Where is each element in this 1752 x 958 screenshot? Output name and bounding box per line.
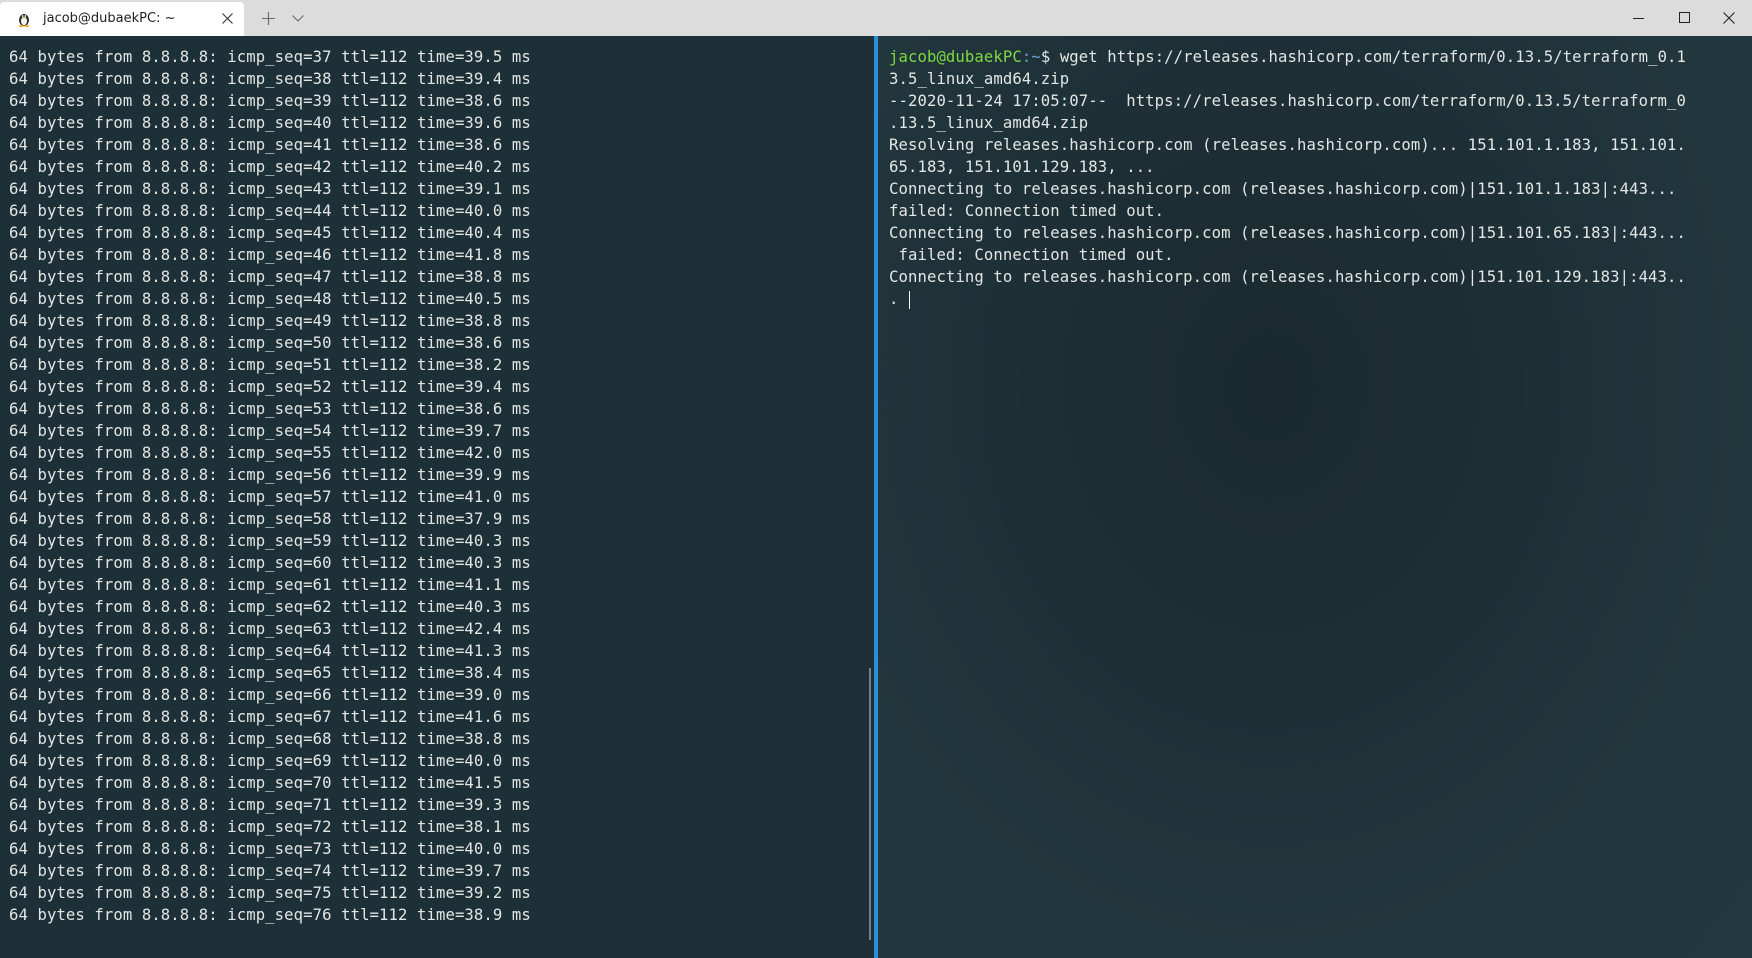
terminal-line: 64 bytes from 8.8.8.8: icmp_seq=47 ttl=1… [9, 268, 531, 286]
terminal-line: 64 bytes from 8.8.8.8: icmp_seq=62 ttl=1… [9, 598, 531, 616]
terminal-line: 64 bytes from 8.8.8.8: icmp_seq=54 ttl=1… [9, 422, 531, 440]
terminal-line: 64 bytes from 8.8.8.8: icmp_seq=53 ttl=1… [9, 400, 531, 418]
terminal-line: 64 bytes from 8.8.8.8: icmp_seq=56 ttl=1… [9, 466, 531, 484]
terminal-line: 64 bytes from 8.8.8.8: icmp_seq=43 ttl=1… [9, 180, 531, 198]
terminal-line: 64 bytes from 8.8.8.8: icmp_seq=59 ttl=1… [9, 532, 531, 550]
terminal-line: 64 bytes from 8.8.8.8: icmp_seq=73 ttl=1… [9, 840, 531, 858]
terminal-line: 65.183, 151.101.129.183, ... [889, 158, 1155, 176]
terminal-line: 64 bytes from 8.8.8.8: icmp_seq=57 ttl=1… [9, 488, 531, 506]
terminal-line: 64 bytes from 8.8.8.8: icmp_seq=48 ttl=1… [9, 290, 531, 308]
close-window-button[interactable] [1707, 0, 1752, 36]
minimize-icon [1633, 18, 1644, 19]
terminal-line: 64 bytes from 8.8.8.8: icmp_seq=67 ttl=1… [9, 708, 531, 726]
terminal-line: 64 bytes from 8.8.8.8: icmp_seq=66 ttl=1… [9, 686, 531, 704]
prompt-symbol: $ [1040, 48, 1060, 66]
terminal-line: 64 bytes from 8.8.8.8: icmp_seq=69 ttl=1… [9, 752, 531, 770]
terminal-line: Connecting to releases.hashicorp.com (re… [889, 180, 1677, 198]
new-tab-button[interactable] [252, 0, 284, 36]
terminal-line: 64 bytes from 8.8.8.8: icmp_seq=70 ttl=1… [9, 774, 531, 792]
terminal-line: . [889, 288, 1744, 310]
terminal-line: 64 bytes from 8.8.8.8: icmp_seq=58 ttl=1… [9, 510, 531, 528]
terminal-line: 64 bytes from 8.8.8.8: icmp_seq=75 ttl=1… [9, 884, 531, 902]
terminal-line: 64 bytes from 8.8.8.8: icmp_seq=41 ttl=1… [9, 136, 531, 154]
tab-terminal[interactable]: jacob@dubaekPC: ~ [0, 2, 244, 36]
terminal-line: 64 bytes from 8.8.8.8: icmp_seq=42 ttl=1… [9, 158, 531, 176]
terminal-line: 64 bytes from 8.8.8.8: icmp_seq=61 ttl=1… [9, 576, 531, 594]
terminal-line: 64 bytes from 8.8.8.8: icmp_seq=72 ttl=1… [9, 818, 531, 836]
maximize-button[interactable] [1661, 0, 1707, 36]
terminal-line: 64 bytes from 8.8.8.8: icmp_seq=37 ttl=1… [9, 48, 531, 66]
terminal-line: 64 bytes from 8.8.8.8: icmp_seq=51 ttl=1… [9, 356, 531, 374]
terminal-line: 64 bytes from 8.8.8.8: icmp_seq=40 ttl=1… [9, 114, 531, 132]
linux-penguin-icon [18, 14, 30, 27]
terminal-line: 64 bytes from 8.8.8.8: icmp_seq=49 ttl=1… [9, 312, 531, 330]
command-line: jacob@dubaekPC:~$ wget https://releases.… [889, 46, 1744, 68]
terminal-line: --2020-11-24 17:05:07-- https://releases… [889, 92, 1687, 110]
command-text: wget https://releases.hashicorp.com/terr… [1059, 48, 1687, 66]
terminal-pane-left[interactable]: 64 bytes from 8.8.8.8: icmp_seq=37 ttl=1… [0, 36, 874, 958]
minimize-button[interactable] [1615, 0, 1661, 36]
terminal-line: 3.5_linux_amd64.zip [889, 70, 1070, 88]
plus-icon [262, 12, 275, 25]
terminal-line: 64 bytes from 8.8.8.8: icmp_seq=44 ttl=1… [9, 202, 531, 220]
close-icon [1723, 12, 1735, 24]
tab-dropdown-button[interactable] [284, 0, 312, 36]
terminal-pane-right[interactable]: jacob@dubaekPC:~$ wget https://releases.… [878, 36, 1752, 958]
terminal-line: 64 bytes from 8.8.8.8: icmp_seq=71 ttl=1… [9, 796, 531, 814]
terminal-line: 64 bytes from 8.8.8.8: icmp_seq=63 ttl=1… [9, 620, 531, 638]
chevron-down-icon [292, 15, 304, 22]
close-icon[interactable] [222, 13, 233, 24]
terminal-line: 64 bytes from 8.8.8.8: icmp_seq=60 ttl=1… [9, 554, 531, 572]
tab-title: jacob@dubaekPC: ~ [43, 11, 176, 26]
title-bar: jacob@dubaekPC: ~ [0, 0, 1752, 36]
maximize-icon [1679, 12, 1690, 23]
prompt-path: :~ [1021, 48, 1041, 66]
terminal-line: Connecting to releases.hashicorp.com (re… [889, 268, 1687, 286]
terminal-line: 64 bytes from 8.8.8.8: icmp_seq=46 ttl=1… [9, 246, 531, 264]
terminal-line: 64 bytes from 8.8.8.8: icmp_seq=50 ttl=1… [9, 334, 531, 352]
output-text: . [889, 290, 899, 308]
terminal-output: 64 bytes from 8.8.8.8: icmp_seq=37 ttl=1… [9, 46, 531, 926]
terminal-line: 64 bytes from 8.8.8.8: icmp_seq=45 ttl=1… [9, 224, 531, 242]
terminal-line: 64 bytes from 8.8.8.8: icmp_seq=38 ttl=1… [9, 70, 531, 88]
scrollbar-thumb[interactable] [869, 668, 871, 940]
terminal-line: 64 bytes from 8.8.8.8: icmp_seq=76 ttl=1… [9, 906, 531, 924]
terminal-line: 64 bytes from 8.8.8.8: icmp_seq=65 ttl=1… [9, 664, 531, 682]
terminal-line: .13.5_linux_amd64.zip [889, 114, 1089, 132]
terminal-line: failed: Connection timed out. [889, 246, 1174, 264]
terminal-line: failed: Connection timed out. [889, 202, 1165, 220]
terminal-line: 64 bytes from 8.8.8.8: icmp_seq=39 ttl=1… [9, 92, 531, 110]
terminal-line: Connecting to releases.hashicorp.com (re… [889, 224, 1687, 242]
text-cursor [908, 290, 910, 309]
terminal-line: 64 bytes from 8.8.8.8: icmp_seq=52 ttl=1… [9, 378, 531, 396]
terminal-line: 64 bytes from 8.8.8.8: icmp_seq=55 ttl=1… [9, 444, 531, 462]
prompt-user-host: jacob@dubaekPC [889, 48, 1022, 66]
terminal-line: 64 bytes from 8.8.8.8: icmp_seq=74 ttl=1… [9, 862, 531, 880]
terminal-output: jacob@dubaekPC:~$ wget https://releases.… [889, 46, 1744, 310]
terminal-line: Resolving releases.hashicorp.com (releas… [889, 136, 1687, 154]
terminal-line: 64 bytes from 8.8.8.8: icmp_seq=68 ttl=1… [9, 730, 531, 748]
terminal-line: 64 bytes from 8.8.8.8: icmp_seq=64 ttl=1… [9, 642, 531, 660]
